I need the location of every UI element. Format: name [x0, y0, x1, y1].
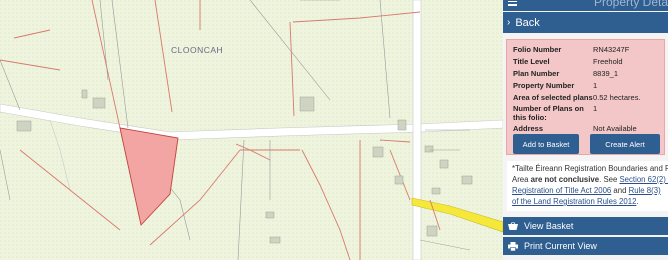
land-registration-rules-link[interactable]: of the Land Registration Rules 2012 [512, 197, 636, 206]
create-alert-button[interactable]: Create Alert [590, 134, 660, 154]
view-basket-button[interactable]: View Basket [503, 217, 668, 235]
rule-8-link[interactable]: Rule 8(3) [629, 186, 661, 195]
disclaimer-line-3: Registration of Title Act 2006 and Rule … [512, 186, 661, 195]
view-basket-label: View Basket [524, 221, 574, 231]
disclaimer-line-2: Area are not conclusive. See Section 62(… [512, 174, 668, 185]
section-62-link[interactable]: Section 62(2) of [619, 175, 668, 184]
disclaimer-line-1: *Tailte Éireann Registration Boundaries … [512, 164, 668, 173]
chevron-right-icon: › [507, 17, 511, 28]
hamburger-menu-icon[interactable] [508, 0, 517, 6]
print-view-button[interactable]: Print Current View [503, 237, 668, 255]
map-canvas: CLOONCAH [0, 0, 503, 260]
panel-title: Property Details [594, 0, 668, 9]
folio-info-box: Folio Number RN43247F Title Level Freeho… [506, 39, 665, 155]
back-label: Back [515, 16, 540, 29]
road-vertical [412, 0, 422, 260]
basket-icon [508, 221, 518, 230]
map-area[interactable]: CLOONCAH [0, 0, 503, 260]
property-details-panel: Property Details › Back Folio Number RN4… [503, 0, 668, 260]
disclaimer: *Tailte Éireann Registration Boundaries … [507, 161, 668, 211]
panel-header: Property Details [503, 0, 668, 11]
add-to-basket-button[interactable]: Add to Basket [513, 134, 579, 154]
place-label: CLOONCAH [171, 45, 223, 55]
print-view-label: Print Current View [524, 241, 597, 251]
printer-icon [508, 241, 518, 251]
disclaimer-line-4: of the Land Registration Rules 2012. [512, 197, 639, 206]
registration-act-link[interactable]: Registration of Title Act 2006 [512, 186, 611, 195]
back-button[interactable]: › Back [503, 12, 668, 33]
